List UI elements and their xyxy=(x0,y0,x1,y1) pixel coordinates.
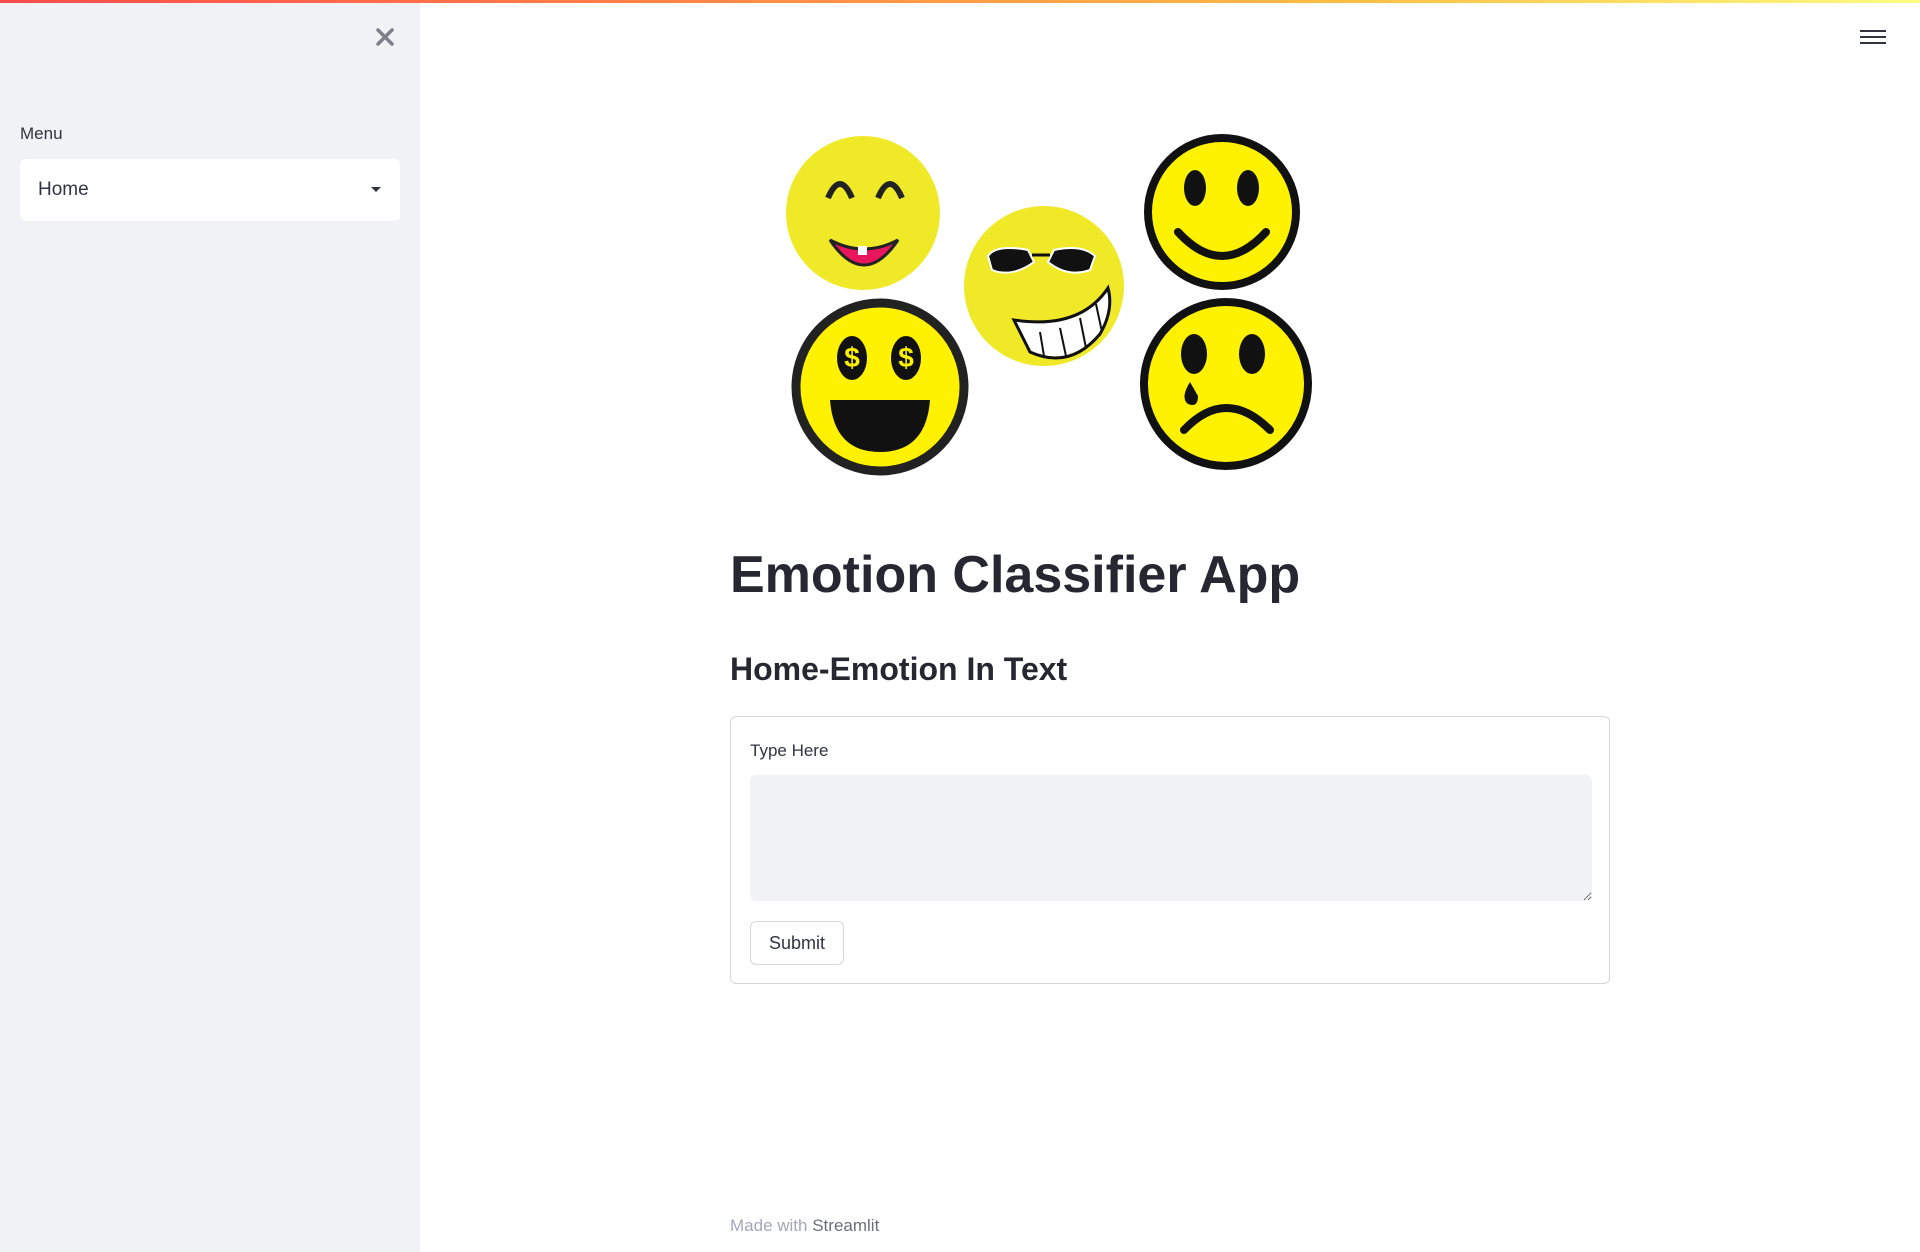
closed-eyes-smile-emoji xyxy=(786,136,940,290)
footer-text: Made with xyxy=(730,1216,808,1235)
sidebar: Menu Home xyxy=(0,0,420,1252)
submit-button[interactable]: Submit xyxy=(750,921,844,965)
menu-label: Menu xyxy=(20,124,63,143)
streamlit-link[interactable]: Streamlit xyxy=(812,1216,879,1235)
menu-select[interactable]: Home xyxy=(20,159,400,221)
top-decoration-bar xyxy=(0,0,1920,3)
sad-tear-emoji xyxy=(1140,298,1312,470)
emotion-form: Type Here Submit xyxy=(730,716,1610,984)
sidebar-close-button[interactable] xyxy=(370,22,400,52)
money-eyes-emoji: $ $ xyxy=(791,298,969,476)
hamburger-icon xyxy=(1860,30,1886,44)
footer: Made with Streamlit xyxy=(730,1216,879,1236)
text-input[interactable] xyxy=(750,775,1592,901)
main-menu-button[interactable] xyxy=(1860,26,1886,48)
menu-select-value: Home xyxy=(38,179,89,200)
classic-smiley-emoji xyxy=(1144,134,1300,290)
svg-text:$: $ xyxy=(898,342,914,373)
close-icon xyxy=(376,28,394,46)
page-title: Emotion Classifier App xyxy=(730,546,1301,604)
emoji-faces-image: $ $ xyxy=(786,134,1312,476)
svg-text:$: $ xyxy=(844,342,860,373)
text-field-label: Type Here xyxy=(750,741,829,760)
caret-down-icon xyxy=(371,187,381,192)
section-subtitle: Home-Emotion In Text xyxy=(730,651,1068,687)
sunglasses-grin-emoji xyxy=(964,206,1124,366)
